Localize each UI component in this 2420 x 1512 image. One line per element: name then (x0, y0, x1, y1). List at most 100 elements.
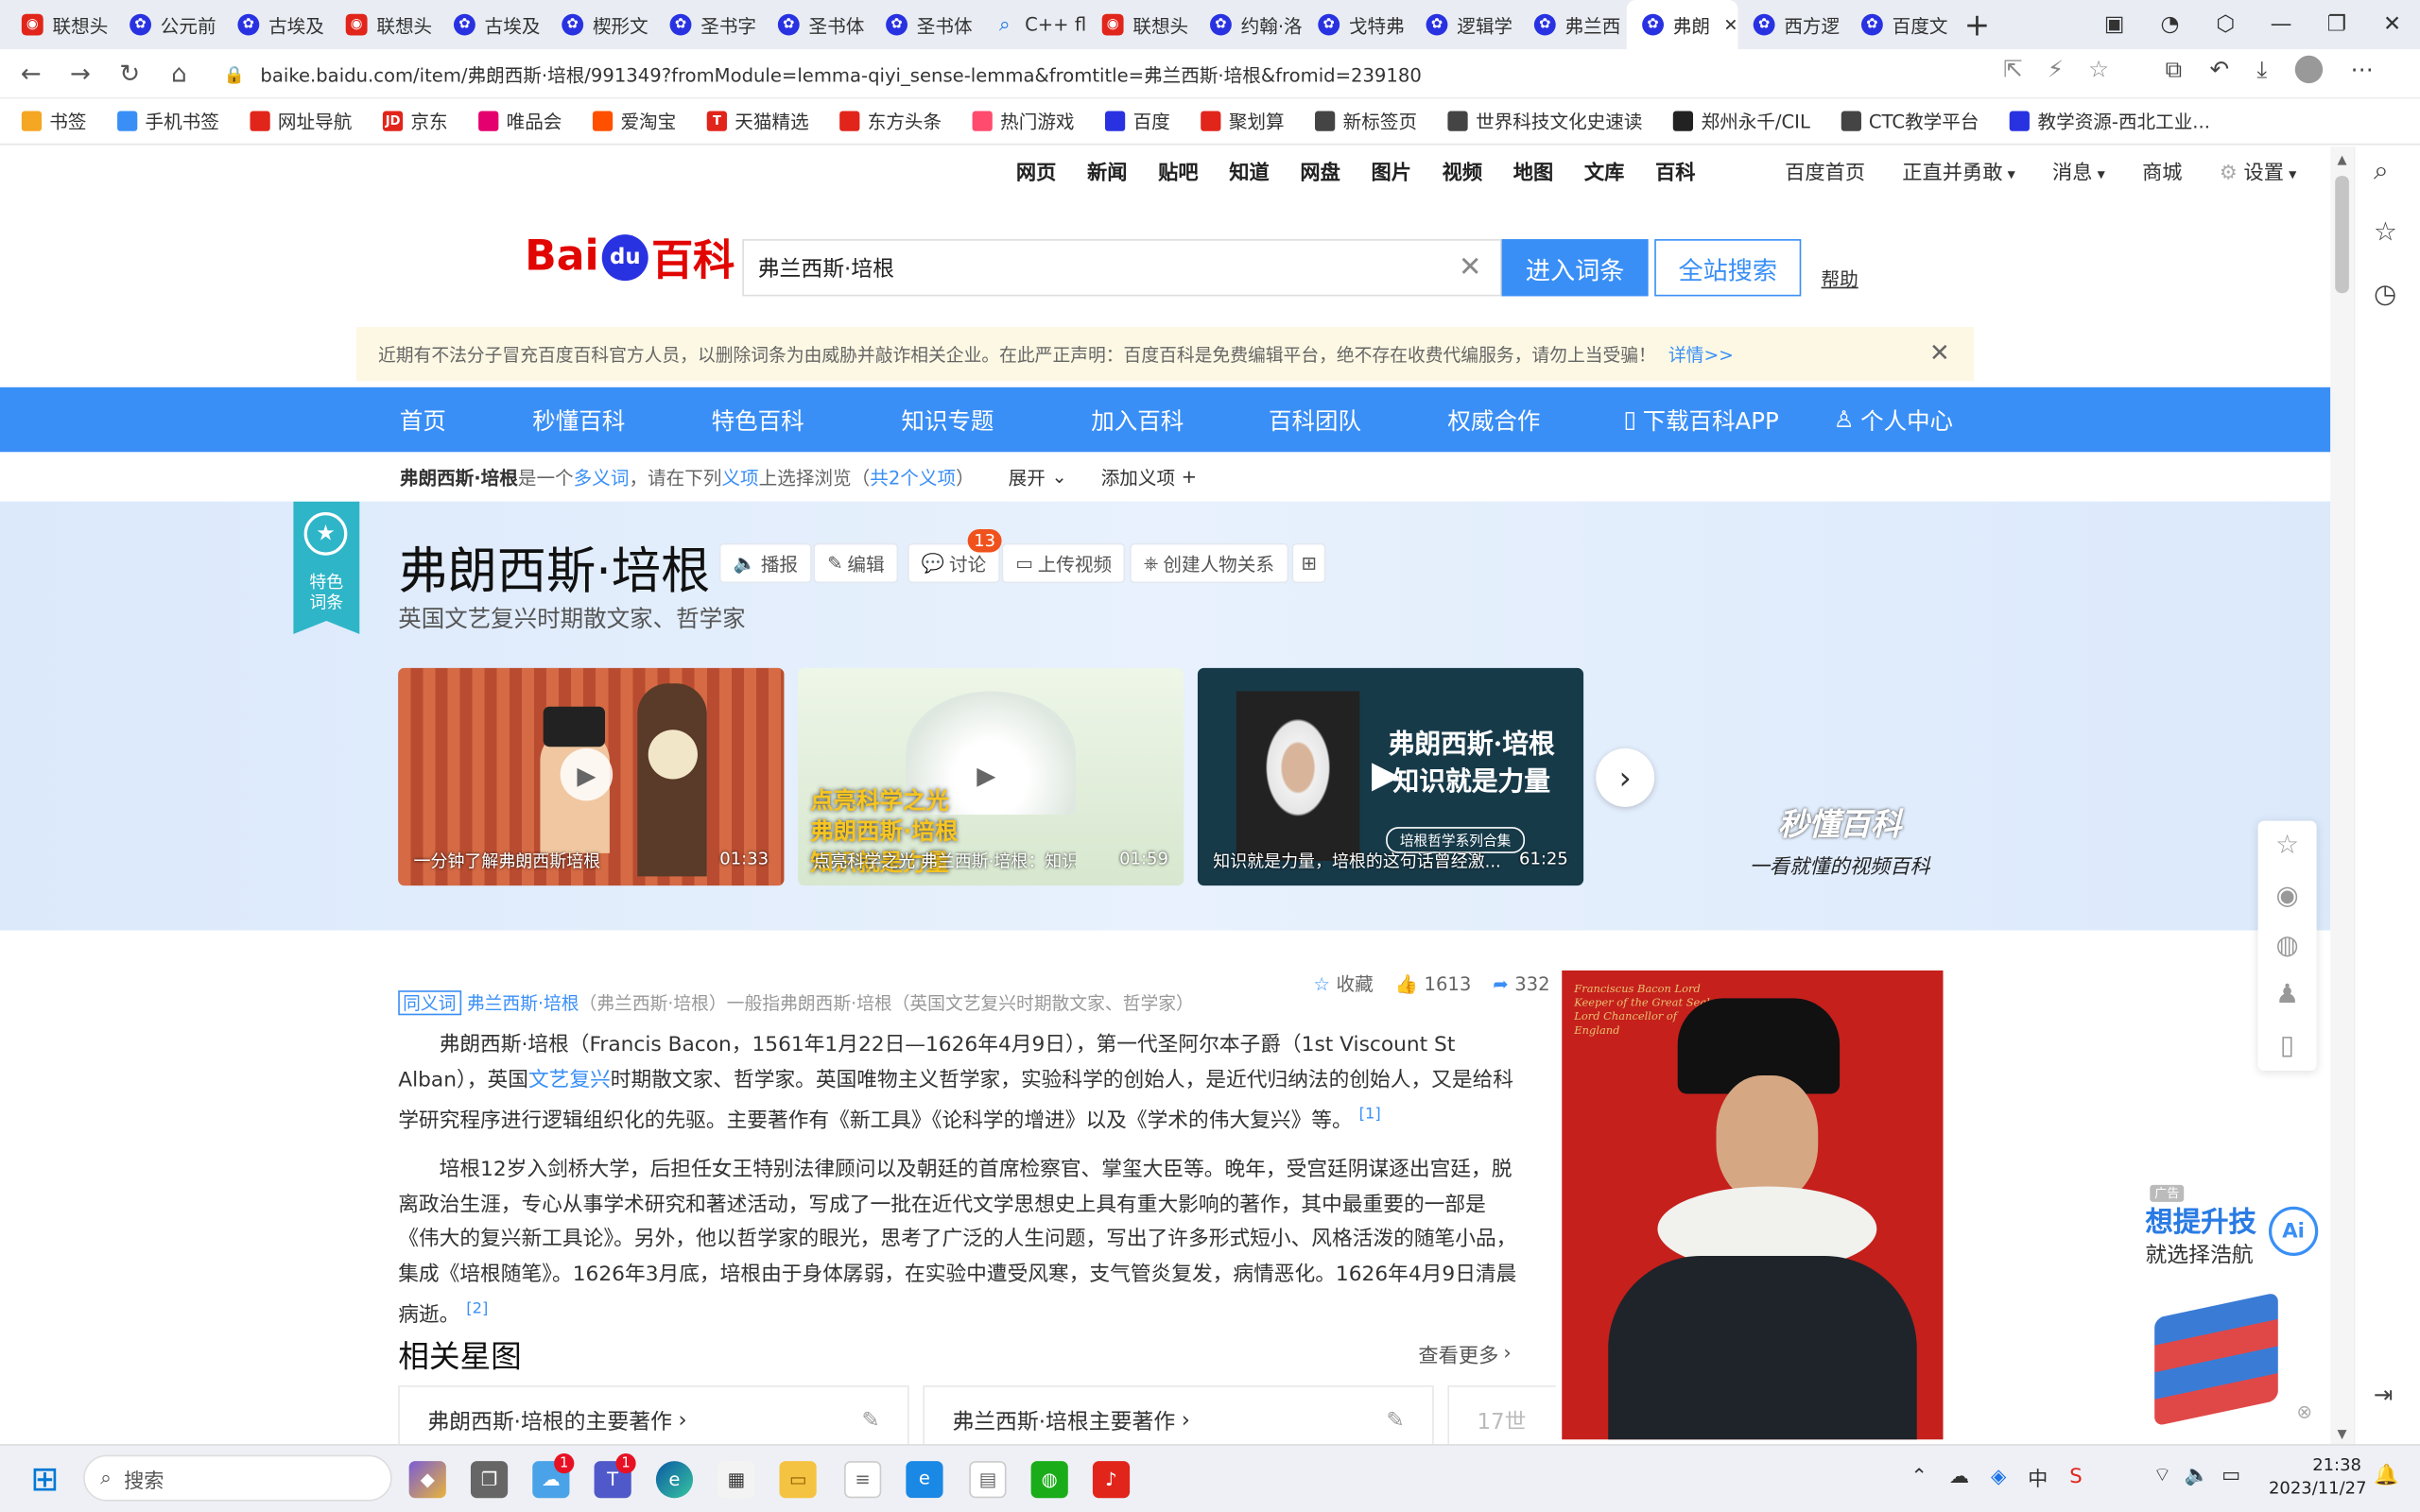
security-shield-icon[interactable]: ◈ (1991, 1466, 2006, 1488)
reference-link[interactable]: [2] (466, 1300, 488, 1317)
bookmark-item[interactable]: JD 京东 (382, 108, 448, 134)
quick-settings[interactable]: ⌔ 🔈 ▭ (2153, 1463, 2241, 1487)
browser-tab[interactable]: ⌕ C++ flo (978, 0, 1086, 49)
browser-tab[interactable]: ◉ 联想头 (330, 0, 438, 49)
pencil-icon[interactable]: ✎ (1387, 1408, 1405, 1433)
qq-icon[interactable]: ♟ (2275, 980, 2299, 1011)
topnav-link[interactable]: 图片 (1372, 155, 1411, 184)
topnav-link[interactable]: 百科 (1655, 155, 1695, 184)
weibo-icon[interactable]: ◉ (2275, 881, 2298, 912)
browser-tab[interactable]: ✿ 公元前 (114, 0, 222, 49)
edit-button[interactable]: ✎ 编辑 (813, 542, 899, 584)
reload-button[interactable]: ↻ (105, 48, 154, 97)
favorite-star-icon[interactable]: ☆ (2275, 831, 2299, 862)
restore-button[interactable]: ❐ (2308, 0, 2364, 49)
upload-video-button[interactable]: ▭ 上传视频 (1001, 542, 1126, 584)
wechat-taskbar-icon[interactable]: ◍ (1030, 1461, 1068, 1499)
more-actions-button[interactable]: ⊞ (1291, 542, 1326, 584)
sogou-icon[interactable]: S (2069, 1466, 2082, 1488)
bookmark-item[interactable]: 郑州永千/CIL (1673, 108, 1810, 134)
create-relation-button[interactable]: ⎈ 创建人物关系 (1130, 542, 1288, 584)
notepad-icon[interactable]: ≡ (844, 1461, 882, 1499)
page-scrollbar[interactable]: ▲ ▼ (2330, 146, 2354, 1445)
topnav-link[interactable]: 地图 (1513, 155, 1553, 184)
side-search-icon[interactable]: ⌕ (2374, 156, 2389, 187)
sense-link[interactable]: 义项 (721, 464, 758, 490)
notice-close-icon[interactable]: ✕ (1929, 338, 1950, 368)
expand-senses-button[interactable]: 展开 ⌄ (1009, 464, 1067, 490)
edge-icon[interactable]: e (655, 1461, 694, 1499)
polysemy-link[interactable]: 多义词 (574, 464, 630, 490)
minimize-button[interactable]: — (2254, 0, 2309, 49)
account-link[interactable]: 正直并勇敢 ▾ (1902, 155, 2015, 184)
clear-search-icon[interactable]: ✕ (1459, 251, 1482, 284)
scroll-up-arrow-icon[interactable]: ▲ (2330, 153, 2353, 167)
renaissance-link[interactable]: 文艺复兴 (528, 1069, 611, 1091)
baike-logo[interactable]: Bai du 百科 (525, 227, 735, 287)
help-link[interactable]: 帮助 (1822, 266, 1858, 292)
browser-tab[interactable]: ✿ 百度文 (1846, 0, 1954, 49)
read-aloud-button[interactable]: 🔈 播报 (718, 542, 812, 584)
more-menu-icon[interactable]: ⋯ (2350, 56, 2373, 83)
browser-tab[interactable]: ✿ 古埃及 (222, 0, 330, 49)
topnav-link[interactable]: 新闻 (1087, 155, 1127, 184)
wechat-icon[interactable]: ◍ (2275, 930, 2298, 961)
notification-bell-icon[interactable]: 🔔 (2374, 1464, 2398, 1486)
ad-close-icon[interactable]: ⊗ (2296, 1400, 2311, 1422)
bookmark-item[interactable]: 手机书签 (117, 108, 219, 134)
bookmark-item[interactable]: 东方头条 (839, 108, 942, 134)
download-app-link[interactable]: ▯ 下载百科APP (1624, 387, 1779, 453)
browser-tab[interactable]: ✿ 弗兰西 (1519, 0, 1627, 49)
ime-indicator[interactable]: 中 (2028, 1463, 2048, 1491)
bacon-portrait-image[interactable]: Franciscus Bacon Lord Keeper of the Grea… (1562, 970, 1944, 1440)
clock[interactable]: 21:38 2023/11/27 (2269, 1453, 2367, 1500)
bookmark-item[interactable]: 百度 (1105, 108, 1170, 134)
store-icon[interactable]: ▦ (717, 1461, 755, 1499)
paint-app-icon[interactable]: ◆ (408, 1461, 446, 1499)
video-app-icon[interactable]: ♪ (1092, 1461, 1131, 1499)
play-icon[interactable]: ▶ (959, 747, 1013, 801)
play-icon[interactable]: ▶ (560, 747, 614, 801)
video-card[interactable]: ▶ 一分钟了解弗朗西斯培根 01:33 (398, 667, 785, 886)
bookmark-item[interactable]: 聚划算 (1201, 108, 1285, 134)
url-field[interactable]: 🔒 baike.baidu.com/item/弗朗西斯·培根/991349?fr… (224, 56, 2146, 93)
nav-home[interactable]: 首页 (400, 387, 446, 453)
file-explorer-icon[interactable]: ▭ (779, 1461, 817, 1499)
topnav-link[interactable]: 贴吧 (1158, 155, 1198, 184)
browser-tab[interactable]: ✿ 约翰·洛 (1195, 0, 1303, 49)
bookmark-item[interactable]: 爱淘宝 (593, 108, 676, 134)
video-card[interactable]: 弗朗西斯·培根 知识就是力量 培根哲学系列合集 ▶ 知识就是力量，培根的这句话曾… (1197, 667, 1584, 886)
like-button[interactable]: 👍 1613 (1395, 971, 1472, 997)
browser-tab[interactable]: ✿ 逻辑学 (1410, 0, 1518, 49)
share-page-icon[interactable]: ⇱ (2003, 56, 2023, 83)
extensions-icon[interactable]: ⧉ (2166, 56, 2183, 83)
bookmark-item[interactable]: 新标签页 (1315, 108, 1417, 134)
synonym-link[interactable]: 弗兰西斯·培根 (467, 992, 579, 1014)
home-button[interactable]: ⌂ (154, 48, 203, 97)
see-more-link[interactable]: 查看更多 › (1418, 1339, 1511, 1368)
document-icon[interactable]: ▤ (969, 1461, 1007, 1499)
pencil-icon[interactable]: ✎ (861, 1408, 879, 1433)
browser-tab[interactable]: ◉ 联想头 (1086, 0, 1194, 49)
undo-close-icon[interactable]: ↶ (2209, 56, 2229, 83)
topnav-link[interactable]: 网盘 (1300, 155, 1340, 184)
incognito-icon[interactable]: ◔ (2142, 0, 2198, 49)
starmap-card[interactable]: 弗朗西斯·培根的主要著作 › ✎ (398, 1385, 909, 1445)
browser-tab[interactable]: ✿ 戈特弗 (1303, 0, 1410, 49)
starmap-card[interactable]: 弗兰西斯·培根主要著作 › ✎ (923, 1385, 1434, 1445)
side-favorite-icon[interactable]: ☆ (2374, 217, 2397, 249)
bookmark-item[interactable]: CTC教学平台 (1841, 108, 1979, 134)
play-icon[interactable]: ▶ (1359, 748, 1412, 801)
topnav-link[interactable]: 网页 (1016, 155, 1056, 184)
account-link[interactable]: ⚙ 设置 ▾ (2220, 155, 2297, 184)
full-site-search-button[interactable]: 全站搜索 (1654, 239, 1802, 297)
scroll-down-arrow-icon[interactable]: ▼ (2330, 1427, 2353, 1441)
browser-tab[interactable]: ✿ 楔形文 (546, 0, 654, 49)
nav-miaodong[interactable]: 秒懂百科 (532, 387, 625, 453)
browser-tab[interactable]: ✿ 弗朗 ✕ (1626, 0, 1738, 50)
account-link[interactable]: 商城 (2142, 155, 2182, 184)
notice-details-link[interactable]: 详情>> (1668, 342, 1734, 367)
collect-button[interactable]: ☆ 收藏 (1313, 971, 1373, 997)
browser-tab[interactable]: ✿ 圣书体 (871, 0, 978, 49)
account-link[interactable]: 消息 ▾ (2052, 155, 2105, 184)
